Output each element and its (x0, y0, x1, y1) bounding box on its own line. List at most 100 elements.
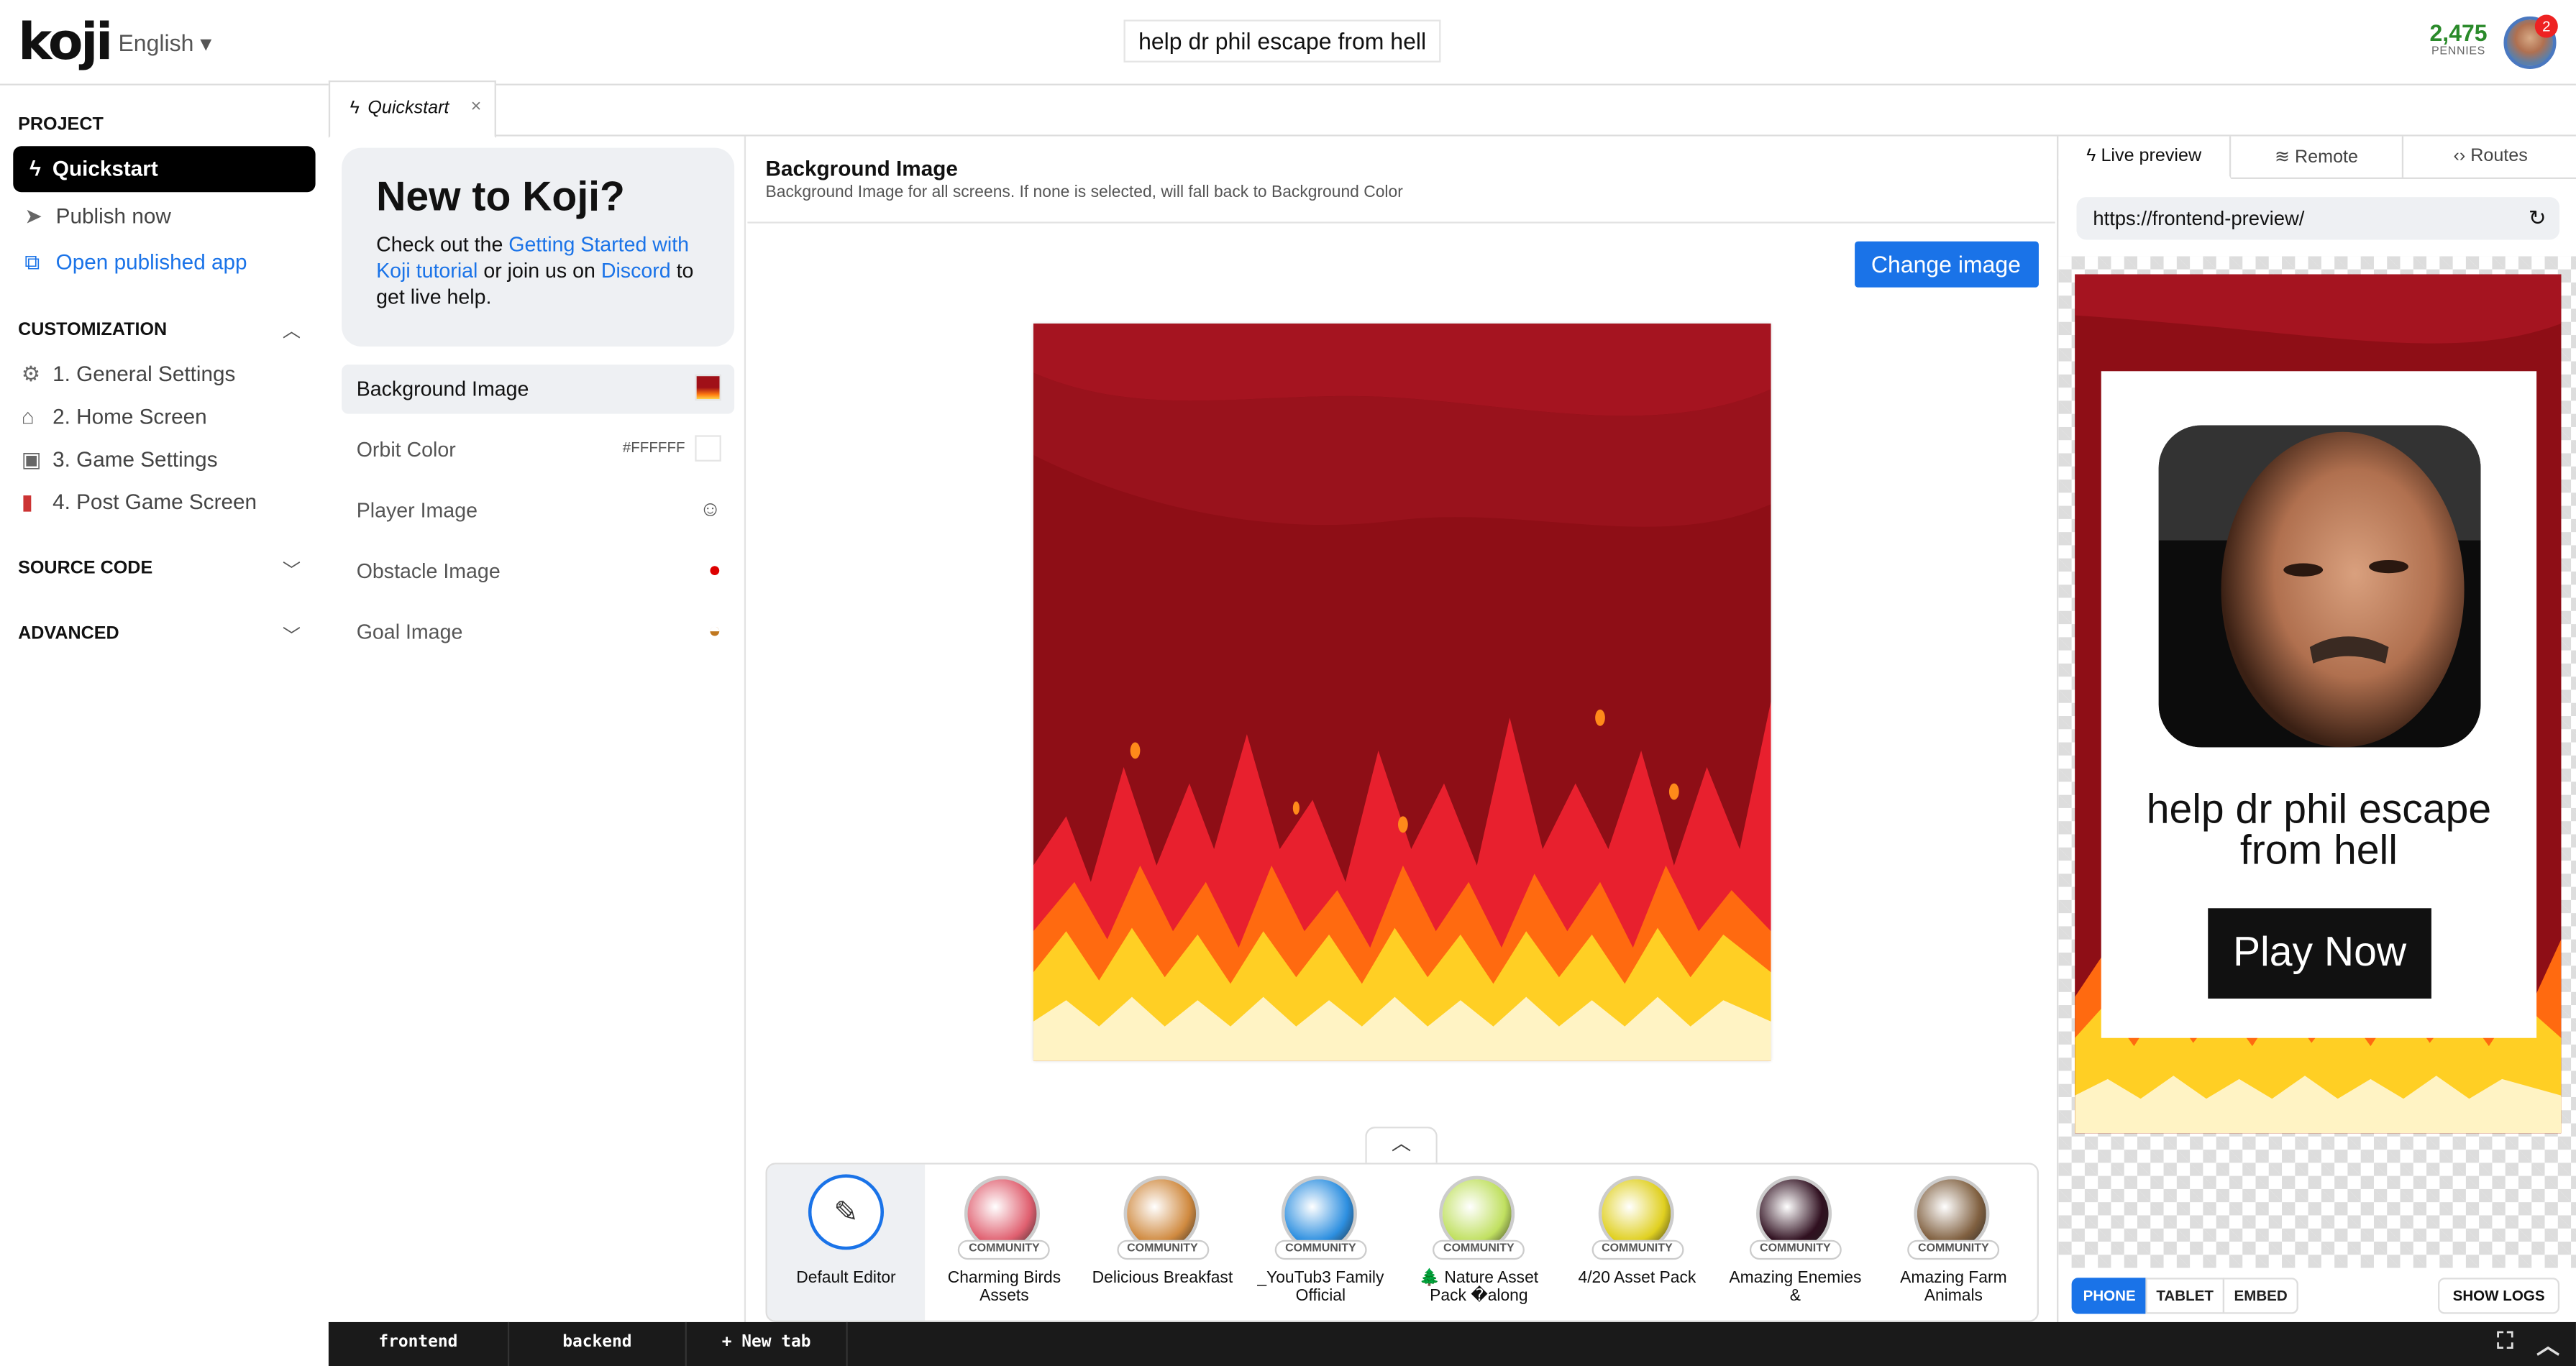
chevron-down-icon[interactable]: ﹀ (283, 623, 301, 649)
prop-obstacle-image[interactable]: Obstacle Image ● (342, 547, 734, 597)
sidebar-item-publish[interactable]: ➤ Publish now (24, 203, 171, 230)
tab-quickstart[interactable]: ϟ Quickstart × (328, 80, 496, 138)
gear-icon: ⚙ (21, 361, 41, 386)
phone-preview[interactable]: help dr phil escape from hell Play Now (2075, 274, 2562, 1134)
sidebar-item-post-game[interactable]: ▮ 4. Post Game Screen (22, 490, 257, 516)
device-tablet-button[interactable]: TABLET (2145, 1278, 2225, 1314)
asset-pack-item[interactable]: COMMUNITY 4/20 Asset Pack (1558, 1165, 1716, 1321)
asset-pack-item[interactable]: COMMUNITY _YouTub3 Family Official (1242, 1165, 1399, 1321)
onboarding-card: New to Koji? Check out the Getting Start… (342, 147, 735, 347)
sidebar-item-quickstart[interactable]: ϟ Quickstart (13, 146, 316, 193)
community-badge: COMMUNITY (1433, 1239, 1525, 1260)
chevron-down-icon[interactable]: ﹀ (283, 556, 301, 583)
customization-section-label[interactable]: CUSTOMIZATION (18, 320, 167, 339)
device-switcher: PHONE TABLET EMBED (2071, 1278, 2299, 1314)
asset-pack-item[interactable]: COMMUNITY Charming Birds Assets (926, 1165, 1083, 1321)
asset-default-editor[interactable]: ✎ Default Editor (767, 1164, 926, 1321)
onboarding-text-part: or join us on (478, 259, 601, 283)
asset-name: 🌲 Nature Asset Pack �along (1419, 1269, 1539, 1306)
sidebar-item-game-settings[interactable]: ▣ 3. Game Settings (22, 446, 218, 473)
tab-live-preview[interactable]: ϟ Live preview (2058, 136, 2232, 179)
asset-pack-item[interactable]: COMMUNITY Delicious Breakfast (1084, 1165, 1241, 1321)
asset-pack-item[interactable]: COMMUNITY Amazing Farm Animals (1875, 1165, 2032, 1321)
color-swatch (695, 435, 721, 462)
asset-name: 4/20 Asset Pack (1578, 1269, 1696, 1288)
expand-assets-toggle[interactable]: ︿ (1365, 1127, 1438, 1163)
preview-url-bar[interactable]: https://frontend-preview/ ↻ (2076, 197, 2560, 240)
show-logs-button[interactable]: SHOW LOGS (2438, 1278, 2560, 1314)
device-embed-button[interactable]: EMBED (2222, 1278, 2299, 1314)
wifi-icon: ≋ (2274, 147, 2296, 168)
change-image-button[interactable]: Change image (1855, 241, 2039, 288)
fullscreen-icon[interactable]: ⛶ (2497, 1329, 2513, 1355)
terminal-tab-frontend[interactable]: frontend (329, 1321, 510, 1366)
advanced-section-label[interactable]: ADVANCED (18, 624, 119, 643)
prop-label: Background Image (356, 377, 529, 401)
custom-item-label: 4. Post Game Screen (52, 489, 257, 515)
close-icon[interactable]: × (471, 97, 482, 116)
sidebar: PROJECT ϟ Quickstart ➤ Publish now ⧉ Open p… (0, 85, 329, 1366)
send-icon: ➤ (24, 203, 43, 229)
prop-goal-image[interactable]: Goal Image ◒ (342, 608, 734, 657)
divider (747, 221, 2055, 224)
chevron-up-icon[interactable]: ︿ (283, 317, 301, 344)
terminal-tab-backend[interactable]: backend (509, 1321, 687, 1366)
color-value: #FFFFFF (623, 435, 721, 462)
burger-icon: ◒ (708, 617, 721, 643)
preview-url: https://frontend-preview/ (2093, 206, 2305, 230)
color-hex: #FFFFFF (622, 439, 685, 456)
sidebar-item-home-screen[interactable]: ⌂ 2. Home Screen (22, 404, 207, 428)
user-avatar[interactable]: 2 (2503, 14, 2558, 69)
new-terminal-tab-button[interactable]: + New tab (687, 1321, 848, 1366)
sidebar-item-open-app[interactable]: ⧉ Open published app (24, 249, 247, 276)
asset-name: _YouTub3 Family Official (1257, 1269, 1384, 1306)
asset-name: Amazing Enemies & (1729, 1269, 1862, 1306)
prop-label: Obstacle Image (356, 559, 501, 583)
quickstart-label: Quickstart (52, 156, 158, 181)
source-code-section-label[interactable]: SOURCE CODE (18, 559, 152, 578)
sidebar-item-general-settings[interactable]: ⚙ 1. General Settings (22, 362, 236, 388)
prop-label: Player Image (356, 499, 478, 523)
language-selector[interactable]: English ▾ (118, 29, 211, 58)
pennies-balance[interactable]: 2,475 PENNIES (2430, 19, 2488, 58)
play-now-button[interactable]: Play Now (2208, 908, 2431, 999)
asset-pack-item[interactable]: COMMUNITY 🌲 Nature Asset Pack �along (1400, 1165, 1558, 1321)
tab-label: Live preview (2101, 146, 2202, 166)
chevron-up-icon: ︿ (1391, 1131, 1412, 1155)
chevron-up-icon[interactable]: ︿ (2536, 1329, 2559, 1362)
background-image-preview[interactable] (1033, 324, 1771, 1061)
prop-background-image[interactable]: Background Image (342, 365, 735, 414)
custom-item-label: 1. General Settings (52, 361, 236, 386)
prop-orbit-color[interactable]: Orbit Color #FFFFFF (342, 426, 734, 475)
editor-heading: Background Image (765, 156, 958, 181)
pencil-icon: ✎ (808, 1174, 885, 1250)
tab-routes[interactable]: ‹› Routes (2403, 137, 2576, 179)
asset-name: Delicious Breakfast (1092, 1269, 1233, 1288)
custom-item-label: 3. Game Settings (52, 446, 218, 472)
prop-label: Orbit Color (356, 438, 456, 462)
koji-logo[interactable]: koji (18, 13, 113, 72)
community-badge: COMMUNITY (1591, 1239, 1684, 1260)
community-badge: COMMUNITY (1116, 1239, 1209, 1260)
publish-label: Publish now (55, 203, 171, 229)
game-start-card: help dr phil escape from hell Play Now (2101, 371, 2537, 1038)
face-thumb-icon: ☺ (699, 495, 721, 521)
tab-remote[interactable]: ≋ Remote (2231, 136, 2404, 179)
language-label: English (118, 29, 194, 56)
asset-pack-item[interactable]: COMMUNITY Amazing Enemies & (1717, 1165, 1874, 1321)
refresh-icon[interactable]: ↻ (2529, 206, 2547, 232)
asset-name: Amazing Farm Animals (1900, 1269, 2007, 1306)
card-icon: ▮ (21, 489, 34, 515)
project-title-input[interactable]: help dr phil escape from hell (1123, 19, 1441, 63)
lightning-icon: ϟ (2086, 146, 2101, 166)
pennies-label: PENNIES (2431, 45, 2486, 58)
asset-name: Default Editor (796, 1269, 896, 1288)
community-badge: COMMUNITY (958, 1239, 1051, 1260)
device-phone-button[interactable]: PHONE (2071, 1278, 2147, 1314)
gamepad-icon: ▣ (21, 446, 42, 472)
player-face-image (2158, 425, 2481, 748)
discord-link[interactable]: Discord (601, 260, 671, 283)
prop-player-image[interactable]: Player Image ☺ (342, 486, 734, 536)
apple-icon: ● (708, 556, 721, 582)
properties-panel: New to Koji? Check out the Getting Start… (330, 136, 746, 1322)
